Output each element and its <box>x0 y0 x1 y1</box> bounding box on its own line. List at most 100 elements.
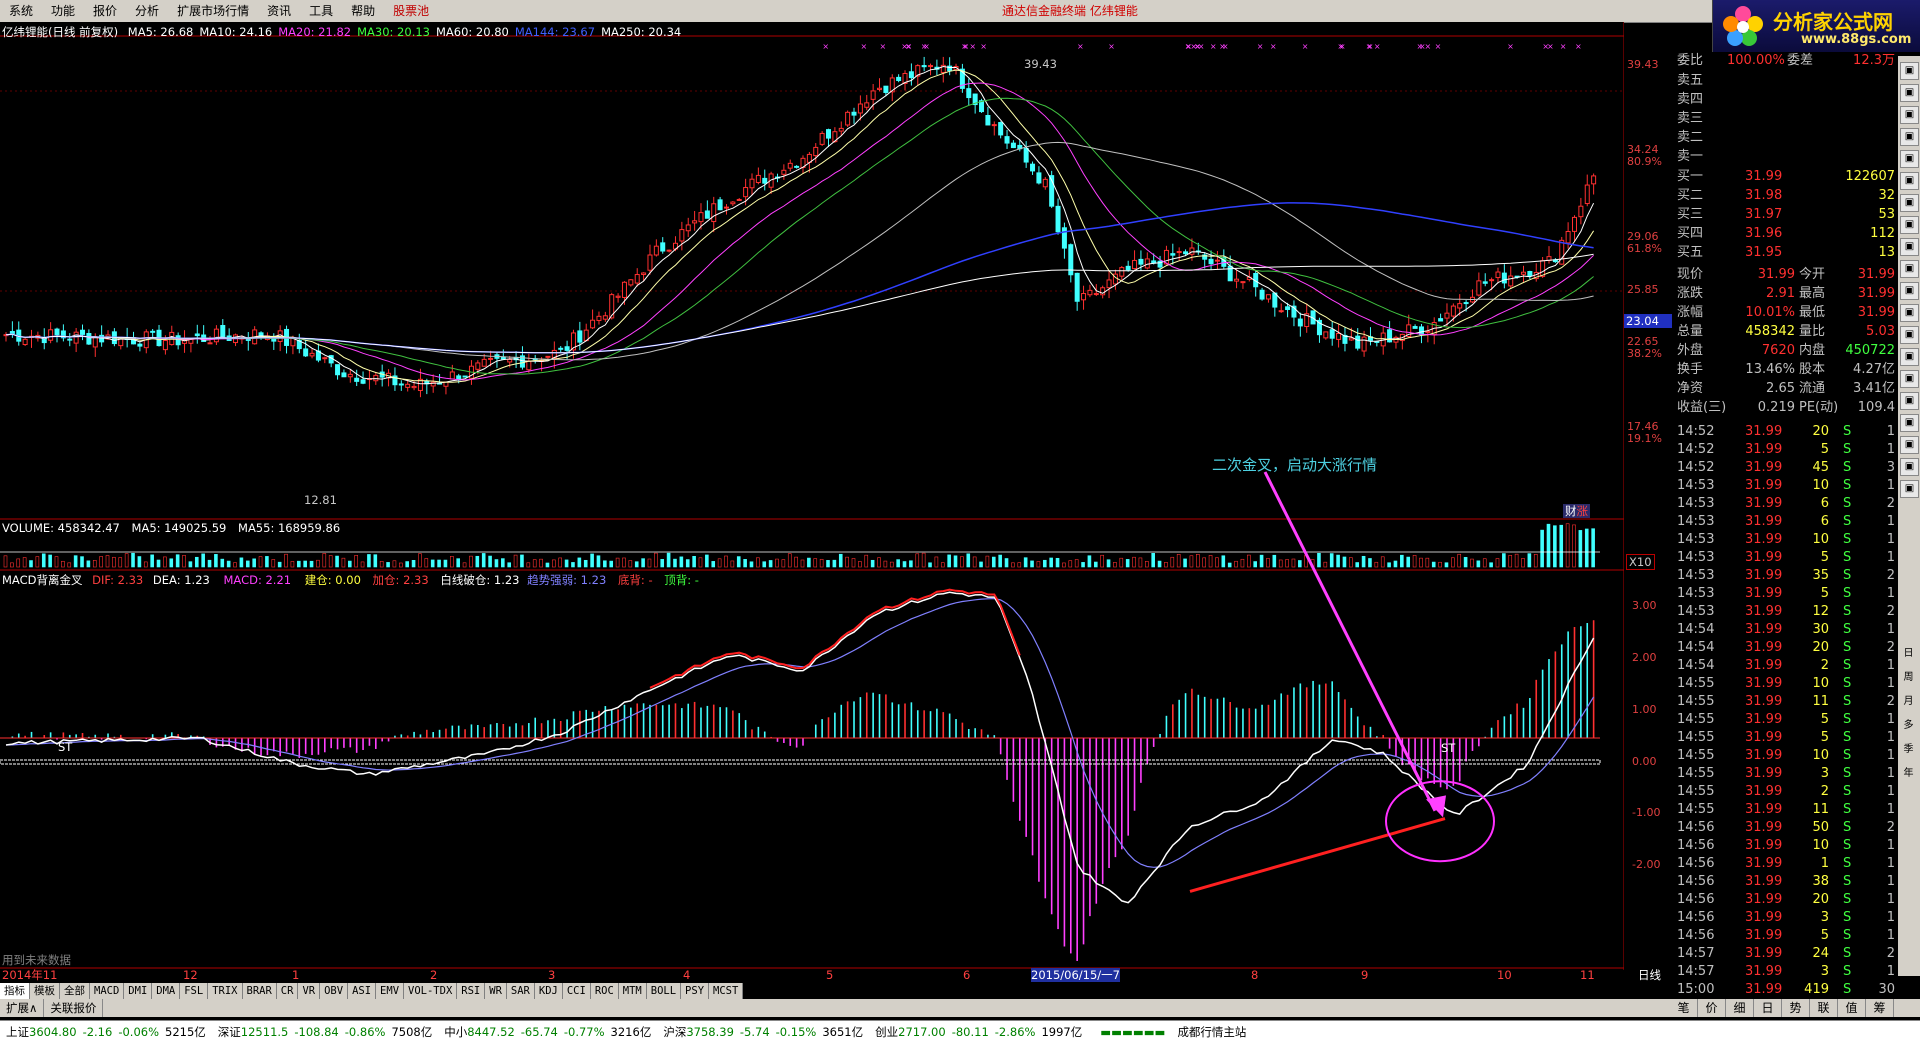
menu-item-analysis[interactable]: 分析 <box>126 0 168 22</box>
tool-icon[interactable]: ▣ <box>1900 128 1919 146</box>
tool-icon[interactable]: ▣ <box>1900 414 1919 432</box>
related-quote-tab[interactable]: 关联报价 <box>44 999 104 1017</box>
index-quote[interactable]: 中小8447.52 -65.74 -0.77% 3216亿 <box>438 1024 657 1040</box>
ext-toggle[interactable]: 扩展∧ <box>0 999 45 1017</box>
indicator-tab[interactable]: CCI <box>562 983 591 999</box>
tool-icon[interactable]: ▣ <box>1900 304 1919 322</box>
right-tab[interactable]: 笔 <box>1670 999 1698 1017</box>
tick-row: 14:53 31.99 12 S 2 <box>1675 603 1897 621</box>
tick-row: 14:56 31.99 50 S 2 <box>1675 819 1897 837</box>
indicator-tab[interactable]: VR <box>298 983 321 999</box>
indicator-tab[interactable]: VOL-TDX <box>404 983 458 999</box>
quote-cell: 14:53 <box>1677 550 1715 565</box>
indicator-tab[interactable]: ASI <box>348 983 377 999</box>
quote-cell: S <box>1843 820 1852 835</box>
tool-icon[interactable]: ▣ <box>1900 84 1919 102</box>
period-button[interactable]: 日 <box>1900 646 1917 662</box>
menu-item-stock-pool[interactable]: 股票池 <box>384 0 438 22</box>
quote-cell: 1 <box>1886 766 1895 781</box>
indicator-tab[interactable]: CR <box>276 983 299 999</box>
indicator-tab[interactable]: MCST <box>709 983 744 999</box>
indicator-tab[interactable]: SAR <box>506 983 535 999</box>
indicator-tab[interactable]: DMI <box>124 983 153 999</box>
tool-icon[interactable]: ▣ <box>1900 392 1919 410</box>
index-percent: -0.77% <box>563 1024 605 1039</box>
quote-cell: 30 <box>1878 982 1895 997</box>
tool-icon[interactable]: ▣ <box>1900 370 1919 388</box>
period-button[interactable]: 周 <box>1900 670 1917 686</box>
index-quote[interactable]: 创业2717.00 -80.11 -2.86% 1997亿 <box>869 1024 1088 1040</box>
indicator-tab[interactable]: BRAR <box>242 983 277 999</box>
menu-item-help[interactable]: 帮助 <box>342 0 384 22</box>
tool-icon[interactable]: ▣ <box>1900 150 1919 168</box>
right-tab[interactable]: 值 <box>1838 999 1866 1017</box>
stat-row: 净资 2.65 流通 3.41亿 <box>1675 380 1897 398</box>
indicator-tab[interactable]: RSI <box>457 983 486 999</box>
index-quote[interactable]: 沪深3758.39 -5.74 -0.15% 3651亿 <box>657 1024 869 1040</box>
indicator-tab[interactable]: 模板 <box>30 983 60 999</box>
menu-item-info[interactable]: 资讯 <box>258 0 300 22</box>
menu-item-ext-market[interactable]: 扩展市场行情 <box>168 0 258 22</box>
indicator-tab[interactable]: PSY <box>681 983 710 999</box>
right-tab[interactable]: 联 <box>1810 999 1838 1017</box>
right-tab[interactable]: 价 <box>1698 999 1726 1017</box>
index-quote[interactable]: 深证12511.5 -108.84 -0.86% 7508亿 <box>212 1024 438 1040</box>
period-button[interactable]: 季 <box>1900 742 1917 758</box>
period-label[interactable]: 日线 <box>1638 968 1661 982</box>
right-tab[interactable]: 筹 <box>1866 999 1894 1017</box>
indicator-tab[interactable]: OBV <box>320 983 349 999</box>
indicator-tab[interactable]: MACD <box>90 983 125 999</box>
indicator-tab[interactable]: 全部 <box>60 983 90 999</box>
indicator-tab[interactable]: FSL <box>180 983 209 999</box>
volume-ma55: MA55: 168959.86 <box>238 521 341 535</box>
quote-cell: 31.99 <box>1745 460 1783 475</box>
quote-cell: 14:53 <box>1677 514 1715 529</box>
indicator-tab[interactable]: MTM <box>618 983 647 999</box>
tool-icon[interactable]: ▣ <box>1900 194 1919 212</box>
tool-icon[interactable]: ▣ <box>1900 238 1919 256</box>
indicator-tab[interactable]: BOLL <box>646 983 682 999</box>
indicator-tab[interactable]: ROC <box>590 983 619 999</box>
indicator-tab[interactable]: DMA <box>152 983 181 999</box>
macd-tick: 2.00 <box>1632 651 1657 664</box>
kline-chart[interactable]: × ×× ×× × ×× ×× × ×× ××× × ××× ×× × × ××× ×× ×× × ××× × × ××× <box>0 22 1624 970</box>
quote-cell: 1 <box>1886 910 1895 925</box>
period-button[interactable]: 年 <box>1900 766 1917 782</box>
quote-cell: 31.99 <box>1745 784 1783 799</box>
svg-text:×: × <box>1374 42 1381 51</box>
menu-item-system[interactable]: 系统 <box>0 0 42 22</box>
period-button[interactable]: 多 <box>1900 718 1917 734</box>
indicator-tab[interactable]: TRIX <box>208 983 243 999</box>
tool-icon[interactable]: ▣ <box>1900 62 1919 80</box>
tool-icon[interactable]: ▣ <box>1900 436 1919 454</box>
menu-item-function[interactable]: 功能 <box>42 0 84 22</box>
quote-cell: 14:55 <box>1677 784 1715 799</box>
right-tab[interactable]: 细 <box>1726 999 1754 1017</box>
menu-item-tools[interactable]: 工具 <box>300 0 342 22</box>
index-quote[interactable]: 上证3604.80 -2.16 -0.06% 5215亿 <box>0 1024 212 1040</box>
tool-icon[interactable]: ▣ <box>1900 172 1919 190</box>
tool-icon[interactable]: ▣ <box>1900 458 1919 476</box>
indicator-tab[interactable]: WR <box>485 983 507 999</box>
quote-cell: S <box>1843 496 1852 511</box>
tool-icon[interactable]: ▣ <box>1900 480 1919 498</box>
period-button[interactable]: 月 <box>1900 694 1917 710</box>
quote-cell: 14:57 <box>1677 964 1715 979</box>
index-name: 中小 <box>444 1024 468 1039</box>
right-tab[interactable]: 日 <box>1754 999 1782 1017</box>
tool-icon[interactable]: ▣ <box>1900 106 1919 124</box>
indicator-tab[interactable]: KDJ <box>534 983 563 999</box>
right-tab[interactable]: 势 <box>1782 999 1810 1017</box>
quote-cell: 净资 <box>1677 381 1704 396</box>
chart-area[interactable]: × × × × × × × × × × × × × × × × × × × × × × × × × × × × × × × × × × × × × × × × <box>0 22 1624 970</box>
tool-icon[interactable]: ▣ <box>1900 282 1919 300</box>
tool-icon[interactable]: ▣ <box>1900 348 1919 366</box>
menu-item-quote[interactable]: 报价 <box>84 0 126 22</box>
quote-cell: 3 <box>1886 460 1895 475</box>
tool-icon[interactable]: ▣ <box>1900 260 1919 278</box>
quote-panel: 委比 100.00% 委差 12.3万 卖五 卖四 卖三 卖二 卖一 买一 31.99 122607 买… <box>1675 52 1897 997</box>
indicator-tab[interactable]: 指标 <box>0 983 30 999</box>
indicator-tab[interactable]: EMV <box>376 983 405 999</box>
tool-icon[interactable]: ▣ <box>1900 326 1919 344</box>
tool-icon[interactable]: ▣ <box>1900 216 1919 234</box>
